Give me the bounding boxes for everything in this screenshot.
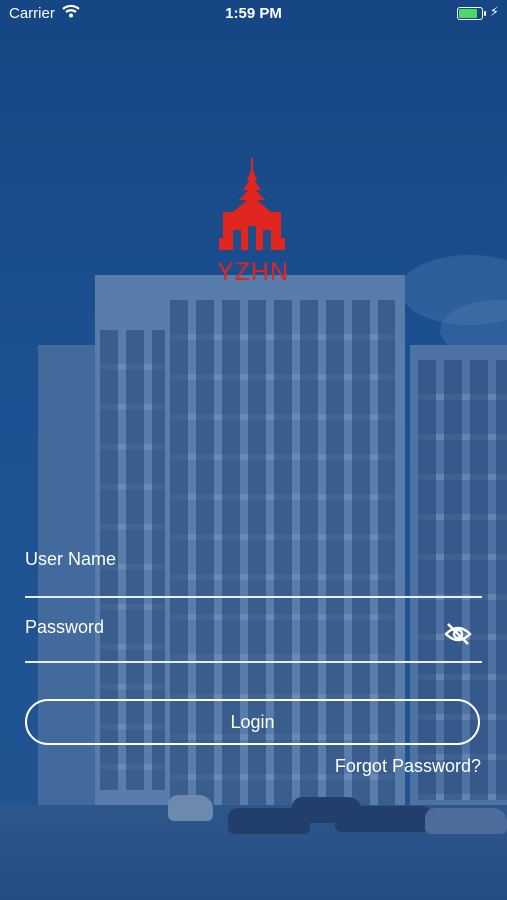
- toggle-password-visibility-icon[interactable]: [444, 623, 472, 650]
- username-label: User Name: [25, 549, 117, 569]
- battery-icon: [457, 7, 486, 20]
- status-bar: Carrier 1:59 PM ⚡: [0, 0, 507, 28]
- logo-text: YZHN: [216, 258, 290, 286]
- password-label: Password: [25, 617, 105, 637]
- password-underline: [25, 661, 482, 663]
- password-field[interactable]: Password: [25, 617, 482, 665]
- charging-icon: ⚡: [489, 4, 499, 19]
- login-button[interactable]: Login: [25, 699, 480, 745]
- forgot-password-link[interactable]: Forgot Password?: [335, 756, 481, 777]
- status-time: 1:59 PM: [225, 5, 282, 22]
- username-field[interactable]: User Name: [25, 549, 482, 599]
- username-underline: [25, 596, 482, 598]
